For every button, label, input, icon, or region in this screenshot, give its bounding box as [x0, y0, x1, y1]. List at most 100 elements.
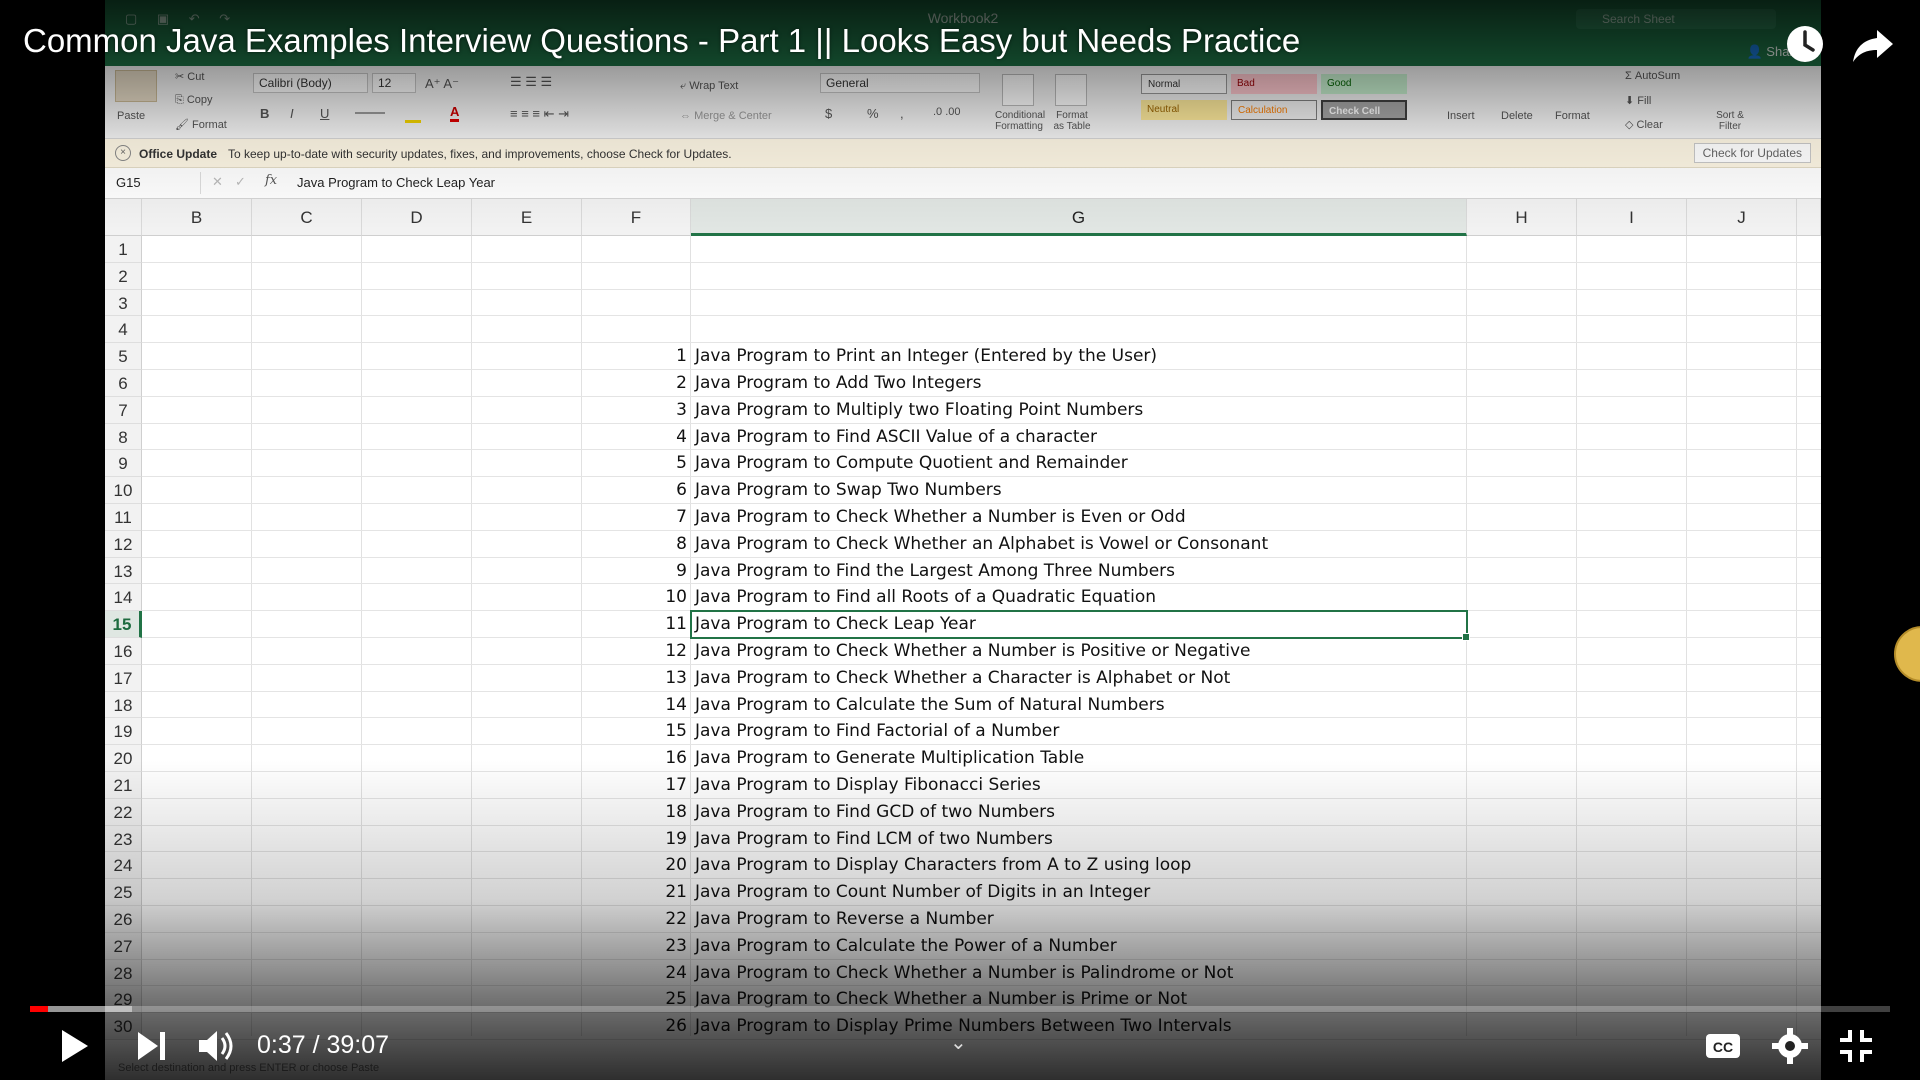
delete-button[interactable]: Delete	[1501, 110, 1533, 122]
currency-icon[interactable]: $	[825, 106, 832, 121]
cell-program-title[interactable]: Java Program to Find Factorial of a Numb…	[691, 721, 1059, 741]
clear-button[interactable]: ◇ Clear	[1625, 118, 1663, 131]
cell-program-title[interactable]: Java Program to Check Whether an Alphabe…	[691, 534, 1268, 554]
column-header-e[interactable]: E	[472, 199, 582, 236]
cell-number[interactable]: 10	[582, 587, 691, 607]
cell-program-title[interactable]: Java Program to Calculate the Power of a…	[691, 936, 1117, 956]
cell-program-title[interactable]: Java Program to Display Characters from …	[691, 855, 1191, 875]
cut-button[interactable]: ✂ Cut	[175, 70, 204, 83]
row-header[interactable]: 24	[105, 852, 142, 880]
cell-number[interactable]: 22	[582, 909, 691, 929]
paste-icon[interactable]	[115, 70, 157, 102]
style-normal[interactable]: Normal	[1141, 74, 1227, 94]
column-header-h[interactable]: H	[1467, 199, 1577, 236]
cell-number[interactable]: 18	[582, 802, 691, 822]
cell-number[interactable]: 1	[582, 346, 691, 366]
column-header-j[interactable]: J	[1687, 199, 1797, 236]
cell-number[interactable]: 16	[582, 748, 691, 768]
cell-program-title[interactable]: Java Program to Find GCD of two Numbers	[691, 802, 1055, 822]
volume-icon[interactable]	[195, 1026, 239, 1066]
row-header[interactable]: 19	[105, 718, 142, 746]
exit-fullscreen-icon[interactable]	[1836, 1026, 1876, 1066]
cell-number[interactable]: 17	[582, 775, 691, 795]
cell-number[interactable]: 23	[582, 936, 691, 956]
row-header[interactable]: 2	[105, 262, 142, 290]
number-format-select[interactable]: General	[820, 73, 980, 93]
cell-number[interactable]: 15	[582, 721, 691, 741]
column-header-i[interactable]: I	[1577, 199, 1687, 236]
fill-button[interactable]: ⬇ Fill	[1625, 94, 1651, 107]
horizontal-align-icons[interactable]: ≡ ≡ ≡ ⇤ ⇥	[510, 106, 569, 122]
cell-program-title[interactable]: Java Program to Print an Integer (Entere…	[691, 346, 1157, 366]
cell-number[interactable]: 14	[582, 695, 691, 715]
cell-program-title[interactable]: Java Program to Find the Largest Among T…	[691, 561, 1175, 581]
row-header[interactable]: 4	[105, 316, 142, 344]
borders-icon[interactable]	[355, 112, 385, 114]
fill-handle[interactable]	[1462, 632, 1470, 641]
bold-button[interactable]: B	[260, 106, 269, 121]
row-header[interactable]: 21	[105, 772, 142, 799]
cell-program-title[interactable]: Java Program to Count Number of Digits i…	[691, 882, 1150, 902]
paste-button[interactable]: Paste	[117, 110, 145, 122]
row-header[interactable]: 22	[105, 798, 142, 826]
row-header[interactable]: 15	[105, 611, 142, 638]
underline-button[interactable]: U	[320, 106, 329, 121]
cell-program-title[interactable]: Java Program to Check Whether a Number i…	[691, 507, 1186, 527]
cell-number[interactable]: 26	[582, 1016, 691, 1036]
row-header[interactable]: 20	[105, 745, 142, 772]
fx-label[interactable]: fx	[265, 173, 277, 188]
row-header[interactable]: 17	[105, 664, 142, 692]
cell-number[interactable]: 6	[582, 480, 691, 500]
cell-program-title[interactable]: Java Program to Calculate the Sum of Nat…	[691, 695, 1165, 715]
style-check-cell[interactable]: Check Cell	[1321, 100, 1407, 120]
row-header[interactable]: 7	[105, 396, 142, 424]
row-header[interactable]: 6	[105, 370, 142, 397]
next-icon[interactable]	[132, 1026, 172, 1066]
cell-number[interactable]: 11	[582, 614, 691, 634]
cell-number[interactable]: 21	[582, 882, 691, 902]
cell-program-title[interactable]: Java Program to Find ASCII Value of a ch…	[691, 427, 1097, 447]
italic-button[interactable]: I	[290, 106, 294, 121]
cell-number[interactable]: 7	[582, 507, 691, 527]
confirm-entry-icon[interactable]: ✓	[235, 174, 246, 190]
cell-program-title[interactable]: Java Program to Find all Roots of a Quad…	[691, 587, 1156, 607]
format-as-table-button[interactable]: Format as Table	[1050, 110, 1094, 132]
cell-program-title[interactable]: Java Program to Check Whether a Number i…	[691, 641, 1250, 661]
settings-gear-icon[interactable]	[1770, 1026, 1810, 1066]
play-icon[interactable]	[54, 1026, 94, 1066]
cell-program-title[interactable]: Java Program to Reverse a Number	[691, 909, 994, 929]
cell-number[interactable]: 4	[582, 427, 691, 447]
row-header[interactable]: 11	[105, 504, 142, 531]
cell-number[interactable]: 20	[582, 855, 691, 875]
column-header-f[interactable]: F	[582, 199, 691, 236]
decimal-increase-decrease-icons[interactable]: .0 .00	[933, 106, 961, 118]
cancel-entry-icon[interactable]: ✕	[212, 174, 223, 190]
name-box[interactable]: G15	[110, 173, 196, 193]
style-neutral[interactable]: Neutral	[1141, 100, 1227, 120]
cell-number[interactable]: 2	[582, 373, 691, 393]
video-progress-bar[interactable]	[30, 1006, 1890, 1012]
row-header[interactable]: 12	[105, 530, 142, 558]
cell-number[interactable]: 9	[582, 561, 691, 581]
font-name-select[interactable]: Calibri (Body)	[253, 73, 368, 93]
formula-content[interactable]: Java Program to Check Leap Year	[297, 175, 495, 190]
cell-program-title[interactable]: Java Program to Swap Two Numbers	[691, 480, 1002, 500]
captions-icon[interactable]: CC	[1703, 1026, 1743, 1066]
row-header[interactable]: 13	[105, 557, 142, 585]
row-header[interactable]: 26	[105, 906, 142, 933]
chevron-down-icon[interactable]: ⌄	[950, 1030, 967, 1055]
autosum-button[interactable]: Σ AutoSum	[1625, 70, 1680, 82]
cell-program-title[interactable]: Java Program to Display Fibonacci Series	[691, 775, 1041, 795]
cell-number[interactable]: 19	[582, 829, 691, 849]
font-grow-shrink-icons[interactable]: A⁺ A⁻	[425, 76, 459, 92]
cell-number[interactable]: 13	[582, 668, 691, 688]
conditional-formatting-icon[interactable]	[1002, 74, 1034, 106]
cell-program-title[interactable]: Java Program to Find LCM of two Numbers	[691, 829, 1053, 849]
row-header[interactable]: 16	[105, 638, 142, 665]
column-header-b[interactable]: B	[142, 199, 252, 236]
font-size-select[interactable]: 12	[372, 73, 416, 93]
style-bad[interactable]: Bad	[1231, 74, 1317, 94]
row-header[interactable]: 5	[105, 343, 142, 370]
copy-button[interactable]: ⎘ Copy	[175, 94, 213, 107]
style-good[interactable]: Good	[1321, 74, 1407, 94]
